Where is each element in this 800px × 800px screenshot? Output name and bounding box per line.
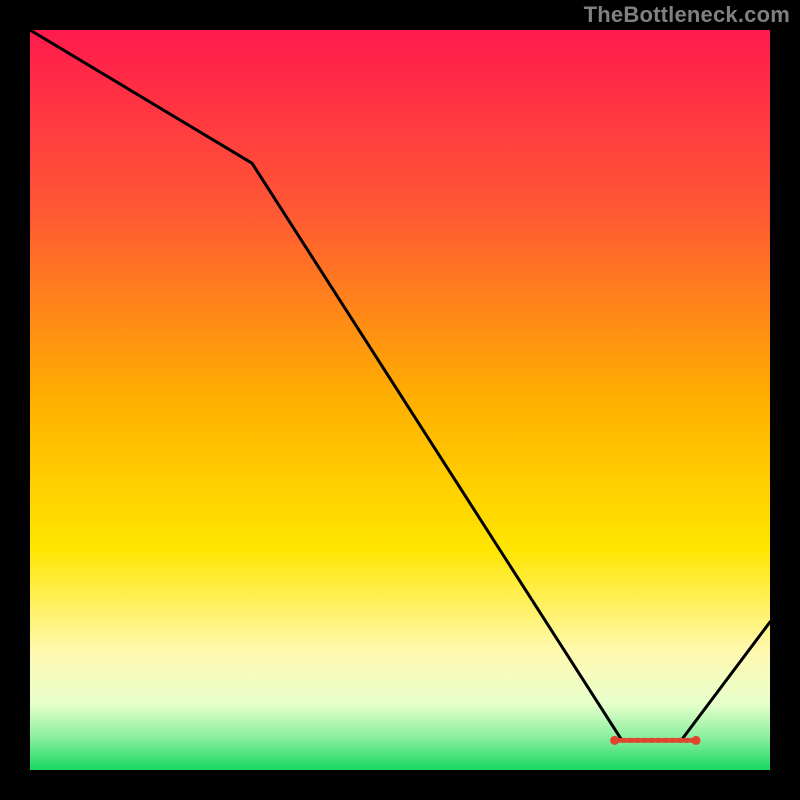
gradient-background <box>30 30 770 770</box>
plot-area <box>30 30 770 770</box>
chart-svg <box>30 30 770 770</box>
watermark-label: TheBottleneck.com <box>584 2 790 28</box>
chart-frame: TheBottleneck.com <box>0 0 800 800</box>
